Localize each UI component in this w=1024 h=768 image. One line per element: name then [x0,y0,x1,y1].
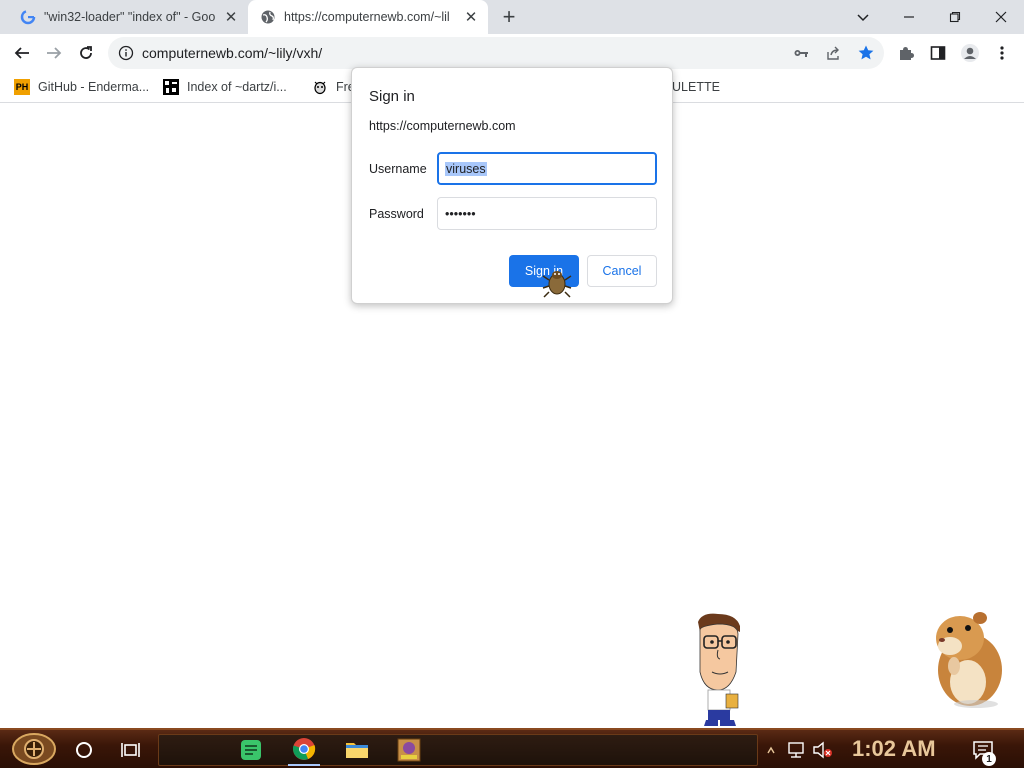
username-field[interactable]: viruses [437,152,657,185]
bookmark-label: ULETTE [672,80,720,94]
chrome-icon[interactable] [288,734,320,766]
cartoon-man-mascot [690,612,746,728]
menu-kebab-icon[interactable] [992,43,1012,63]
reload-icon[interactable] [72,39,100,67]
minimize-icon[interactable] [886,0,932,34]
bookmark-roulette[interactable]: ULETTE [672,77,720,97]
dialog-title: Sign in [369,88,415,105]
extensions-puzzle-icon[interactable] [896,43,916,63]
bmp-grid-icon [163,79,179,95]
taskbar-clock[interactable]: 1:02 AM [852,736,936,762]
bug-icon [312,79,328,95]
tab-google-search[interactable]: "win32-loader" "index of" - Goo ✕ [8,0,248,34]
notification-count-badge: 1 [982,752,996,766]
back-arrow-icon[interactable] [8,39,36,67]
site-info-icon[interactable] [118,45,134,61]
password-value: ••••••• [445,206,476,221]
url-text: computernewb.com/~lily/vxh/ [142,45,323,61]
password-field[interactable]: ••••••• [437,197,657,230]
username-label: Username [369,162,427,176]
bug-cursor-icon [542,266,572,300]
bookmark-index-of-dartz[interactable]: Index of ~dartz/i... [163,77,287,97]
cancel-button[interactable]: Cancel [587,255,657,287]
notes-app-icon[interactable] [236,734,266,766]
bookmark-label: Index of ~dartz/i... [187,80,287,94]
show-hidden-icons-chevron-icon[interactable] [764,734,778,766]
hamster-mascot [920,604,1010,710]
share-icon[interactable] [823,43,843,63]
bookmark-star-icon[interactable] [856,43,876,63]
bookmark-fre[interactable]: Fre [312,77,355,97]
tab-title: "win32-loader" "index of" - Goo [44,10,216,24]
file-explorer-icon[interactable] [342,734,372,766]
task-view-icon[interactable] [117,734,145,766]
bookmark-github-endermanch[interactable]: PH GitHub - Enderma... [14,77,149,97]
close-window-icon[interactable] [978,0,1024,34]
tab-strip: "win32-loader" "index of" - Goo ✕ https:… [0,0,1024,34]
tab-computernewb[interactable]: https://computernewb.com/~lil ✕ [248,0,488,34]
close-tab-icon[interactable]: ✕ [460,6,482,28]
restore-icon[interactable] [932,0,978,34]
dialog-origin: https://computernewb.com [369,119,516,133]
forward-arrow-icon[interactable] [40,39,68,67]
tab-title: https://computernewb.com/~lil [284,10,450,24]
bookmark-label: GitHub - Enderma... [38,80,150,94]
username-value: viruses [445,161,487,176]
key-icon[interactable] [791,43,811,63]
start-button[interactable] [10,732,58,766]
sign-in-dialog: Sign in https://computernewb.com Usernam… [351,67,673,304]
new-tab-button[interactable]: + [497,6,521,28]
bonzi-app-icon[interactable] [394,734,424,766]
address-bar[interactable]: computernewb.com/~lily/vxh/ [108,37,884,69]
network-icon[interactable] [785,734,809,766]
side-panel-icon[interactable] [928,43,948,63]
cortana-search-icon[interactable] [70,734,98,766]
password-label: Password [369,207,424,221]
ph-icon: PH [14,79,30,95]
tab-search-chevron-icon[interactable] [840,0,886,34]
volume-muted-icon[interactable] [811,734,835,766]
google-g-icon [20,9,36,25]
close-tab-icon[interactable]: ✕ [220,6,242,28]
taskbar: 1:02 AM 1 [0,728,1024,768]
profile-avatar-icon[interactable] [960,43,980,63]
globe-icon [260,9,276,25]
